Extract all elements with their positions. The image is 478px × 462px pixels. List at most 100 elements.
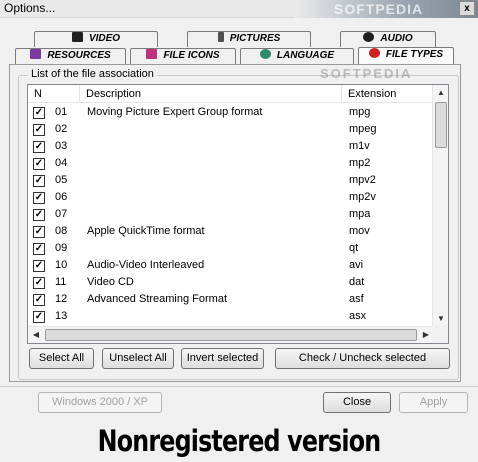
column-header-extension[interactable]: Extension — [342, 85, 434, 103]
row-number: 02 — [55, 123, 68, 135]
scroll-down-arrow-icon[interactable]: ▼ — [433, 311, 448, 327]
row-extension: mov — [349, 225, 370, 237]
tab-resources[interactable]: RESOURCES — [15, 48, 126, 64]
row-description: Moving Picture Expert Group format — [87, 106, 263, 118]
row-number: 12 — [55, 293, 68, 305]
row-number: 07 — [55, 208, 68, 220]
row-checkbox[interactable]: ✓ — [33, 311, 45, 323]
horizontal-scrollbar[interactable]: ◀ ▶ — [28, 326, 434, 343]
group-label: List of the file association — [28, 68, 157, 80]
list-rows: ✓ 01 Moving Picture Expert Group format mpg… — [28, 104, 434, 325]
row-extension: mpa — [349, 208, 371, 220]
row-extension: qt — [349, 242, 359, 254]
scroll-left-arrow-icon[interactable]: ◀ — [28, 327, 44, 343]
window-title: Options... — [4, 1, 56, 15]
row-checkbox[interactable]: ✓ — [33, 294, 45, 306]
row-extension: mpv2 — [349, 174, 376, 186]
list-item[interactable]: ✓ 02 mpeg — [28, 121, 434, 138]
close-button[interactable]: Close — [323, 392, 391, 413]
file-icons-icon — [146, 49, 158, 59]
list-item[interactable]: ✓ 07 mpa — [28, 206, 434, 223]
check-uncheck-selected-button[interactable]: Check / Uncheck selected — [275, 348, 450, 369]
row-checkbox[interactable]: ✓ — [33, 226, 45, 238]
row-number: 05 — [55, 174, 68, 186]
tab-audio[interactable]: AUDIO — [340, 31, 436, 47]
vertical-scroll-thumb[interactable] — [435, 102, 447, 148]
file-association-list[interactable]: N Description Extension ✓ 01 Moving Pictur… — [27, 84, 449, 344]
tab-language[interactable]: LANGUAGE — [240, 48, 354, 64]
row-checkbox[interactable]: ✓ — [33, 277, 45, 289]
tab-file-icons-label: FILE ICONS — [163, 50, 220, 61]
list-item[interactable]: ✓ 05 mpv2 — [28, 172, 434, 189]
row-description: Apple QuickTime format — [87, 225, 205, 237]
tab-video-label: VIDEO — [88, 33, 121, 44]
list-item[interactable]: ✓ 11 Video CD dat — [28, 274, 434, 291]
row-checkbox[interactable]: ✓ — [33, 175, 45, 187]
row-checkbox[interactable]: ✓ — [33, 124, 45, 136]
tab-file-types-label: FILE TYPES — [385, 49, 444, 60]
scroll-corner — [432, 326, 448, 343]
row-description: Audio-Video Interleaved — [87, 259, 205, 271]
footer-divider — [0, 386, 478, 387]
watermark-banner: SOFTPEDIA — [294, 0, 478, 18]
list-item[interactable]: ✓ 09 qt — [28, 240, 434, 257]
column-header-description[interactable]: Description — [80, 85, 342, 103]
tab-resources-label: RESOURCES — [47, 50, 111, 61]
row-number: 01 — [55, 106, 68, 118]
file-types-icon — [368, 48, 380, 58]
row-number: 10 — [55, 259, 68, 271]
tab-video[interactable]: VIDEO — [34, 31, 158, 47]
tab-file-icons[interactable]: FILE ICONS — [130, 48, 236, 64]
row-description: Video CD — [87, 276, 134, 288]
list-item[interactable]: ✓ 12 Advanced Streaming Format asf — [28, 291, 434, 308]
list-item[interactable]: ✓ 01 Moving Picture Expert Group format mpg — [28, 104, 434, 121]
tab-pictures-label: PICTURES — [229, 33, 281, 44]
list-item[interactable]: ✓ 04 mp2 — [28, 155, 434, 172]
row-number: 03 — [55, 140, 68, 152]
unselect-all-button[interactable]: Unselect All — [102, 348, 174, 369]
row-checkbox[interactable]: ✓ — [33, 141, 45, 153]
tab-language-label: LANGUAGE — [276, 50, 335, 61]
resources-icon — [30, 49, 42, 59]
list-item[interactable]: ✓ 03 m1v — [28, 138, 434, 155]
invert-selected-button[interactable]: Invert selected — [181, 348, 264, 369]
column-header-n[interactable]: N — [28, 85, 80, 103]
row-checkbox[interactable]: ✓ — [33, 260, 45, 272]
title-bar: Options... SOFTPEDIA x — [0, 0, 478, 18]
row-extension: mp2v — [349, 191, 376, 203]
nonregistered-banner: Nonregistered version — [97, 424, 382, 458]
row-number: 06 — [55, 191, 68, 203]
scroll-up-arrow-icon[interactable]: ▲ — [433, 85, 448, 101]
horizontal-scroll-thumb[interactable] — [45, 329, 417, 341]
vertical-scrollbar[interactable]: ▲ ▼ — [432, 85, 448, 327]
tab-audio-label: AUDIO — [380, 33, 413, 44]
row-checkbox[interactable]: ✓ — [33, 107, 45, 119]
row-extension: mpeg — [349, 123, 377, 135]
apply-button[interactable]: Apply — [399, 392, 468, 413]
row-extension: dat — [349, 276, 365, 288]
row-checkbox[interactable]: ✓ — [33, 158, 45, 170]
tab-pictures[interactable]: PICTURES — [187, 31, 311, 47]
row-number: 08 — [55, 225, 68, 237]
audio-icon — [363, 32, 375, 42]
row-checkbox[interactable]: ✓ — [33, 243, 45, 255]
row-extension: mpg — [349, 106, 371, 118]
pictures-icon — [217, 32, 224, 42]
row-checkbox[interactable]: ✓ — [33, 209, 45, 221]
list-item[interactable]: ✓ 13 asx — [28, 308, 434, 325]
row-checkbox[interactable]: ✓ — [33, 192, 45, 204]
windows-xp-button[interactable]: Windows 2000 / XP — [38, 392, 162, 413]
select-all-button[interactable]: Select All — [29, 348, 94, 369]
window-close-button[interactable]: x — [459, 1, 475, 16]
row-extension: avi — [349, 259, 364, 271]
list-item[interactable]: ✓ 06 mp2v — [28, 189, 434, 206]
row-number: 04 — [55, 157, 68, 169]
row-number: 11 — [55, 276, 67, 288]
list-item[interactable]: ✓ 08 Apple QuickTime format mov — [28, 223, 434, 240]
row-extension: asx — [349, 310, 367, 322]
video-icon — [71, 32, 83, 42]
list-item[interactable]: ✓ 10 Audio-Video Interleaved avi — [28, 257, 434, 274]
list-header: N Description Extension — [28, 85, 434, 103]
row-description: Advanced Streaming Format — [87, 293, 228, 305]
tab-file-types[interactable]: FILE TYPES — [358, 47, 454, 65]
